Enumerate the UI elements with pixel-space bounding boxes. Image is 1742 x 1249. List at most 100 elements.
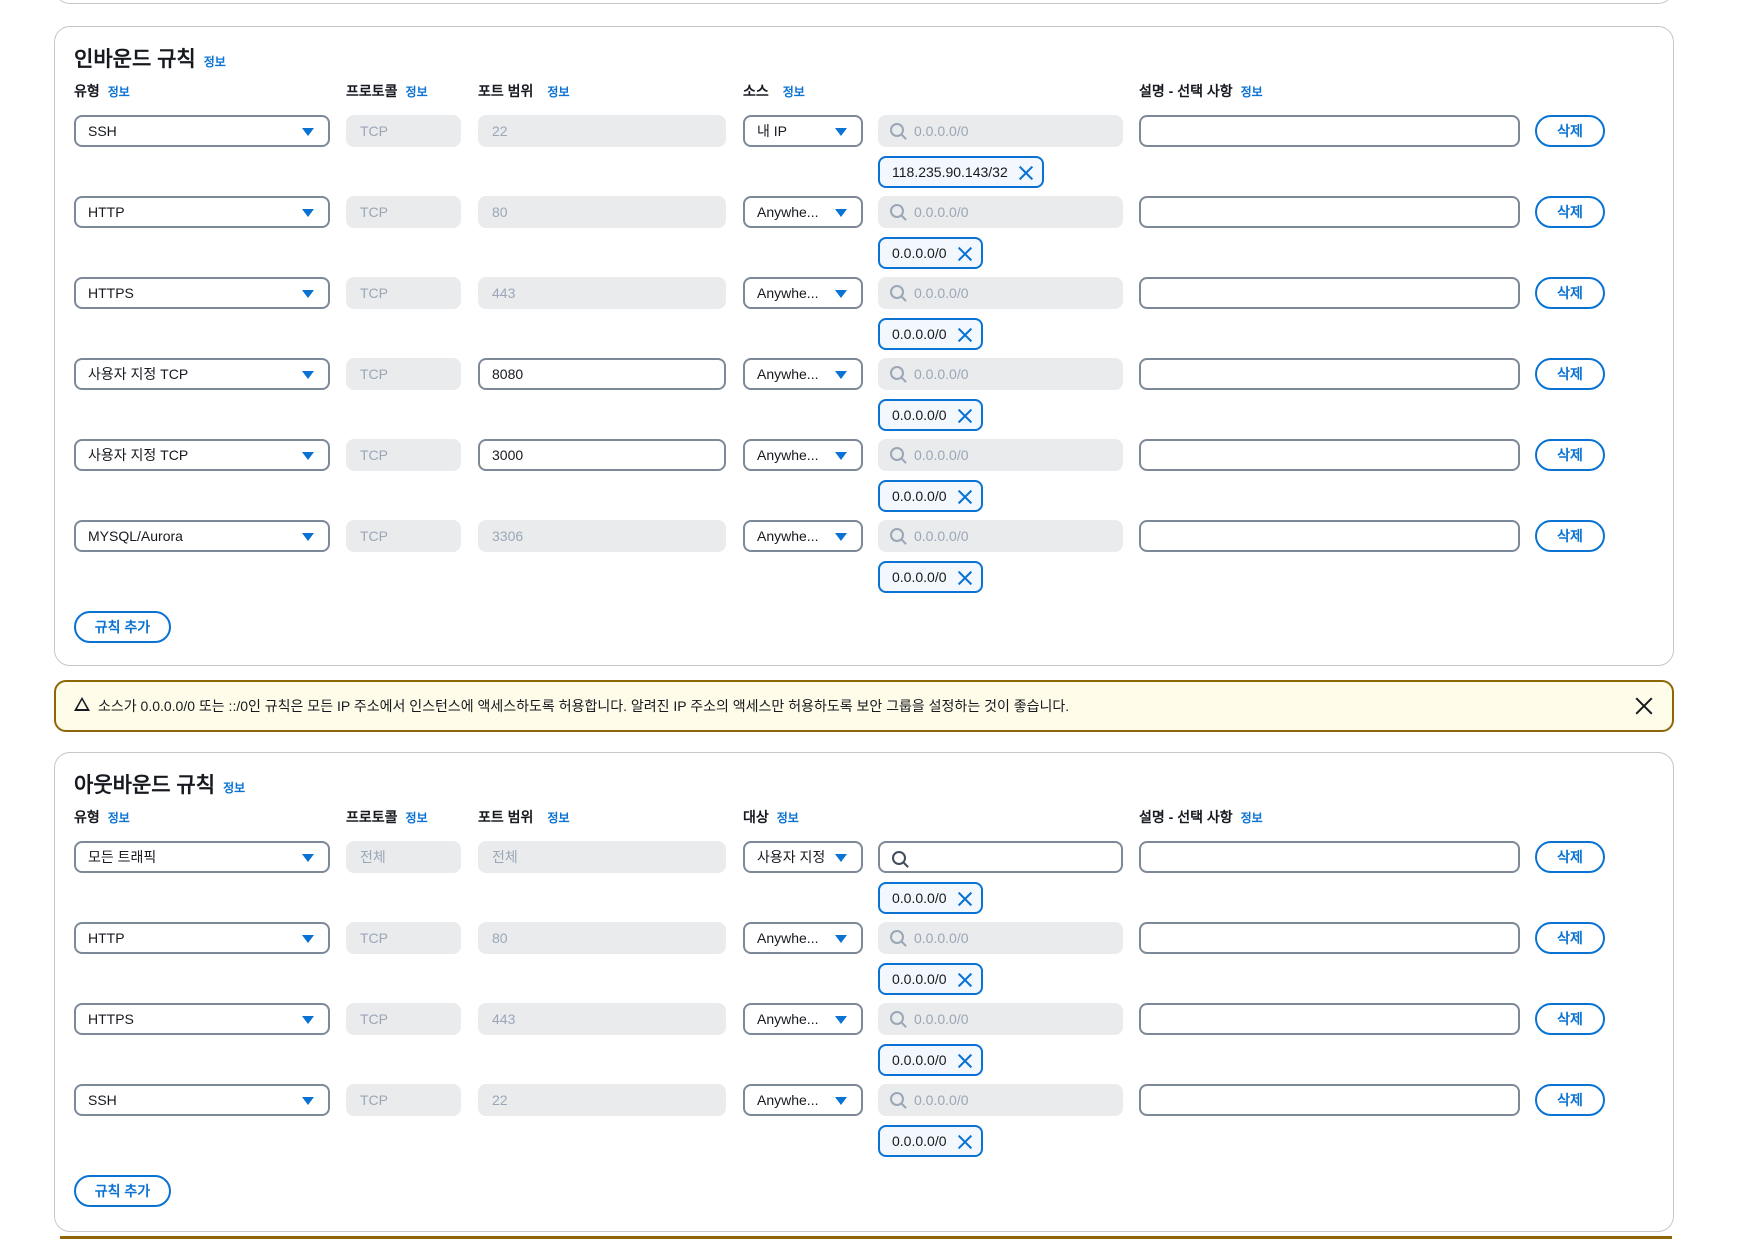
description-input[interactable] — [1139, 1003, 1520, 1035]
delete-button[interactable]: 삭제 — [1535, 358, 1605, 390]
info-link[interactable]: 정보 — [777, 811, 799, 825]
type-select[interactable]: SSH — [74, 115, 330, 147]
info-link[interactable]: 정보 — [783, 85, 805, 99]
column-protocol: 프로토콜 정보 — [346, 809, 428, 825]
type-select-value: HTTPS — [88, 285, 134, 301]
cidr-token: 0.0.0.0/0 — [878, 561, 983, 593]
protocol-field: TCP — [346, 1003, 461, 1035]
port-range-field: 80 — [478, 922, 726, 954]
info-link[interactable]: 정보 — [108, 85, 130, 99]
info-link[interactable]: 정보 — [1241, 811, 1263, 825]
description-input[interactable] — [1139, 115, 1520, 147]
info-link[interactable]: 정보 — [406, 811, 428, 825]
info-link[interactable]: 정보 — [108, 811, 130, 825]
info-link[interactable]: 정보 — [406, 85, 428, 99]
source-select-value: Anywhe... — [757, 1092, 819, 1108]
caret-down-icon — [835, 290, 847, 298]
delete-button[interactable]: 삭제 — [1535, 922, 1605, 954]
info-link[interactable]: 정보 — [204, 55, 226, 69]
delete-button[interactable]: 삭제 — [1535, 1003, 1605, 1035]
remove-token-icon[interactable] — [957, 972, 973, 988]
search-icon — [890, 123, 904, 137]
type-select[interactable]: HTTPS — [74, 277, 330, 309]
cidr-token-value: 0.0.0.0/0 — [892, 1133, 947, 1149]
description-input[interactable] — [1139, 520, 1520, 552]
search-icon — [890, 204, 904, 218]
delete-button[interactable]: 삭제 — [1535, 277, 1605, 309]
port-range-input[interactable]: 3000 — [478, 439, 726, 471]
source-select-value: 사용자 지정 — [757, 849, 826, 865]
source-select[interactable]: Anywhe... — [743, 439, 863, 471]
caret-down-icon — [835, 452, 847, 460]
delete-button[interactable]: 삭제 — [1535, 196, 1605, 228]
remove-token-icon[interactable] — [1018, 165, 1034, 181]
column-port-range: 포트 범위 정보 — [478, 83, 570, 99]
source-select[interactable]: Anywhe... — [743, 358, 863, 390]
delete-button[interactable]: 삭제 — [1535, 1084, 1605, 1116]
cidr-token: 0.0.0.0/0 — [878, 882, 983, 914]
remove-token-icon[interactable] — [957, 891, 973, 907]
caret-down-icon — [302, 935, 314, 943]
description-input[interactable] — [1139, 439, 1520, 471]
type-select[interactable]: HTTP — [74, 922, 330, 954]
remove-token-icon[interactable] — [957, 489, 973, 505]
protocol-field: TCP — [346, 1084, 461, 1116]
source-select[interactable]: Anywhe... — [743, 520, 863, 552]
source-select[interactable]: Anywhe... — [743, 277, 863, 309]
source-select[interactable]: Anywhe... — [743, 196, 863, 228]
remove-token-icon[interactable] — [957, 327, 973, 343]
source-select[interactable]: Anywhe... — [743, 922, 863, 954]
remove-token-icon[interactable] — [957, 1134, 973, 1150]
type-select-value: HTTP — [88, 930, 125, 946]
type-select[interactable]: 사용자 지정 TCP — [74, 439, 330, 471]
port-range-input[interactable]: 8080 — [478, 358, 726, 390]
source-select[interactable]: Anywhe... — [743, 1084, 863, 1116]
cidr-token-value: 0.0.0.0/0 — [892, 407, 947, 423]
delete-button[interactable]: 삭제 — [1535, 439, 1605, 471]
description-input[interactable] — [1139, 196, 1520, 228]
add-rule-button[interactable]: 규칙 추가 — [74, 611, 171, 643]
remove-token-icon[interactable] — [957, 570, 973, 586]
type-select[interactable]: 모든 트래픽 — [74, 841, 330, 873]
description-input[interactable] — [1139, 841, 1520, 873]
add-rule-button[interactable]: 규칙 추가 — [74, 1175, 171, 1207]
info-link[interactable]: 정보 — [1241, 85, 1263, 99]
type-select[interactable]: MYSQL/Aurora — [74, 520, 330, 552]
description-input[interactable] — [1139, 1084, 1520, 1116]
source-select[interactable]: 사용자 지정 — [743, 841, 863, 873]
cidr-search-input: 0.0.0.0/0 — [878, 358, 1123, 390]
description-input[interactable] — [1139, 277, 1520, 309]
description-input[interactable] — [1139, 922, 1520, 954]
delete-button[interactable]: 삭제 — [1535, 520, 1605, 552]
info-link[interactable]: 정보 — [547, 85, 569, 99]
source-select-value: 내 IP — [757, 123, 787, 139]
type-select-value: HTTPS — [88, 1011, 134, 1027]
column-port-range: 포트 범위 정보 — [478, 809, 570, 825]
type-select[interactable]: HTTP — [74, 196, 330, 228]
delete-button[interactable]: 삭제 — [1535, 115, 1605, 147]
source-select[interactable]: Anywhe... — [743, 1003, 863, 1035]
rule-row: HTTPS TCP 443 Anywhe... 0.0.0.0/0 삭제 0.0.0.0/0 — [55, 277, 1673, 357]
close-icon[interactable] — [1634, 696, 1654, 716]
inbound-rules-title: 인바운드 규칙 정보 — [74, 48, 226, 71]
caret-down-icon — [835, 209, 847, 217]
column-source: 소스 정보 — [743, 83, 805, 99]
warning-alert: 소스가 0.0.0.0/0 또는 ::/0인 규칙은 모든 IP 주소에서 인스… — [54, 680, 1674, 732]
type-select[interactable]: HTTPS — [74, 1003, 330, 1035]
remove-token-icon[interactable] — [957, 246, 973, 262]
rule-row: SSH TCP 22 Anywhe... 0.0.0.0/0 삭제 0.0.0.0/0 — [55, 1084, 1673, 1164]
remove-token-icon[interactable] — [957, 408, 973, 424]
description-input[interactable] — [1139, 358, 1520, 390]
source-select[interactable]: 내 IP — [743, 115, 863, 147]
type-select[interactable]: 사용자 지정 TCP — [74, 358, 330, 390]
delete-button[interactable]: 삭제 — [1535, 841, 1605, 873]
cidr-search-input[interactable] — [878, 841, 1123, 873]
remove-token-icon[interactable] — [957, 1053, 973, 1069]
search-placeholder: 0.0.0.0/0 — [914, 447, 969, 463]
info-link[interactable]: 정보 — [547, 811, 569, 825]
cidr-search-input: 0.0.0.0/0 — [878, 196, 1123, 228]
caret-down-icon — [302, 533, 314, 541]
outbound-rules-panel: 아웃바운드 규칙 정보 유형 정보 프로토콜 정보 포트 범위 정보 대상 정보 설명 -… — [54, 752, 1674, 1232]
info-link[interactable]: 정보 — [223, 781, 245, 795]
type-select[interactable]: SSH — [74, 1084, 330, 1116]
